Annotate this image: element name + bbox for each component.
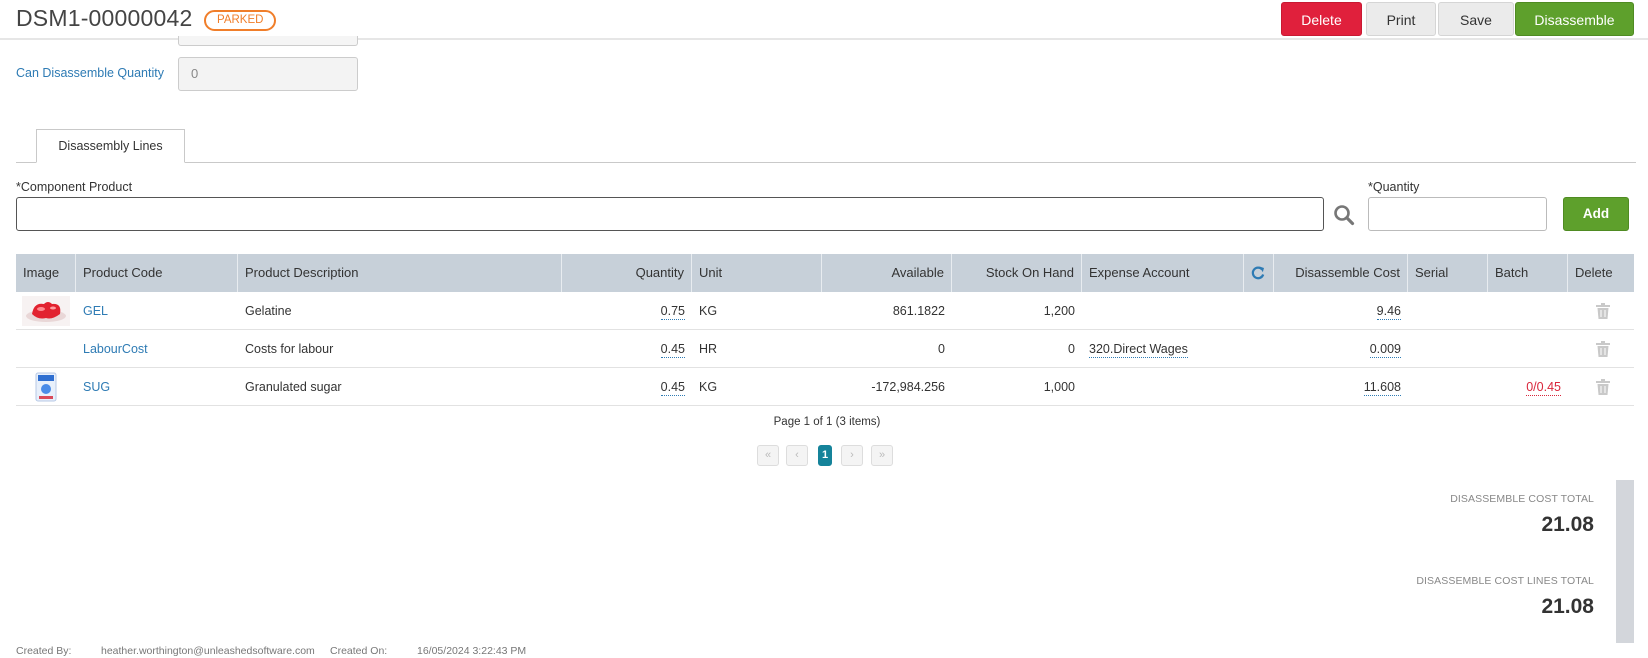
quantity-label: *Quantity <box>1368 180 1420 194</box>
can-disassemble-quantity-field: 0 <box>178 57 358 91</box>
available: 861.1822 <box>892 304 945 318</box>
disassemble-cost-editable[interactable]: 9.46 <box>1376 304 1401 320</box>
tab-disassembly-lines[interactable]: Disassembly Lines <box>36 129 185 163</box>
table-header-row: Image Product Code Product Description Q… <box>16 254 1634 292</box>
pager-prev-button[interactable]: ‹ <box>786 445 808 466</box>
quantity-editable[interactable]: 0.75 <box>660 304 685 320</box>
serial <box>1408 330 1488 368</box>
pager-last-button[interactable]: » <box>871 445 893 466</box>
product-code-link[interactable]: GEL <box>76 292 238 330</box>
created-on-value: 16/05/2024 3:22:43 PM <box>417 645 527 657</box>
table-row: LabourCost Costs for labour 0.45 HR 0 0 … <box>16 330 1634 368</box>
col-header-product-description[interactable]: Product Description <box>238 254 562 292</box>
status-badge: PARKED <box>204 10 277 31</box>
col-header-delete: Delete <box>1575 265 1613 280</box>
product-description: Gelatine <box>245 304 292 318</box>
totals-scroll-indicator <box>1616 480 1634 643</box>
page-title: DSM1-00000042 <box>16 5 193 31</box>
available: 0 <box>938 342 945 356</box>
save-button[interactable]: Save <box>1438 2 1514 36</box>
batch-link[interactable]: 0/0.45 <box>1526 380 1561 396</box>
serial <box>1408 292 1488 330</box>
gelatin-thumbnail-image <box>22 296 70 326</box>
col-header-serial[interactable]: Serial <box>1408 254 1488 292</box>
disassemble-cost-editable[interactable]: 0.009 <box>1369 342 1401 358</box>
sugar-bag-thumbnail-image <box>30 372 62 402</box>
col-header-expense-account[interactable]: Expense Account <box>1082 254 1244 292</box>
disassemble-cost-total-label: DISASSEMBLE COST TOTAL <box>1450 493 1594 505</box>
can-disassemble-quantity-label: Can Disassemble Quantity <box>16 66 164 80</box>
product-description: Granulated sugar <box>245 380 342 394</box>
unit: KG <box>699 380 718 394</box>
stock-on-hand: 0 <box>1068 342 1075 356</box>
serial <box>1408 368 1488 406</box>
unit: KG <box>699 304 718 318</box>
component-product-label: *Component Product <box>16 180 133 194</box>
search-icon[interactable] <box>1333 204 1355 226</box>
expense-account-editable[interactable]: 320.Direct Wages <box>1089 342 1188 358</box>
trash-icon[interactable] <box>1596 379 1610 395</box>
product-description: Costs for labour <box>245 342 334 356</box>
delete-button[interactable]: Delete <box>1281 2 1362 36</box>
col-header-image: Image <box>16 254 76 292</box>
col-header-unit[interactable]: Unit <box>692 254 822 292</box>
print-button[interactable]: Print <box>1366 2 1436 36</box>
trash-icon[interactable] <box>1596 341 1610 357</box>
disassemble-cost-editable[interactable]: 11.608 <box>1363 380 1401 396</box>
col-header-stock-on-hand[interactable]: Stock On Hand <box>952 254 1082 292</box>
add-button[interactable]: Add <box>1563 197 1629 231</box>
created-by-label: Created By: <box>16 645 72 657</box>
unit: HR <box>699 342 718 356</box>
pager-next-button[interactable]: › <box>841 445 863 466</box>
pager-current-page[interactable]: 1 <box>818 445 832 466</box>
col-header-available[interactable]: Available <box>822 254 952 292</box>
stock-on-hand: 1,200 <box>1043 304 1075 318</box>
created-by-value: heather.worthington@unleashedsoftware.co… <box>101 645 315 657</box>
pager-summary: Page 1 of 1 (3 items) <box>773 416 881 428</box>
disassemble-cost-total-value: 21.08 <box>1541 513 1594 536</box>
disassemble-cost-lines-total-label: DISASSEMBLE COST LINES TOTAL <box>1416 575 1594 587</box>
table-row: GEL Gelatine 0.75 KG 861.1822 1,200 9.46 <box>16 292 1634 330</box>
quantity-editable[interactable]: 0.45 <box>660 342 685 358</box>
disassemble-cost-lines-total-value: 21.08 <box>1541 595 1594 618</box>
product-code-link[interactable]: SUG <box>76 368 238 406</box>
table-row: SUG Granulated sugar 0.45 KG -172,984.25… <box>16 368 1634 406</box>
col-header-disassemble-cost[interactable]: Disassemble Cost <box>1260 254 1408 292</box>
trash-icon[interactable] <box>1596 303 1610 319</box>
stock-on-hand: 1,000 <box>1043 380 1075 394</box>
product-code-link[interactable]: LabourCost <box>76 330 238 368</box>
component-product-input[interactable] <box>16 197 1324 231</box>
page-header: DSM1-00000042 PARKED Delete Print Save D… <box>0 0 1648 40</box>
col-header-product-code[interactable]: Product Code <box>76 254 238 292</box>
disassemble-button[interactable]: Disassemble <box>1515 2 1634 36</box>
pager-first-button[interactable]: « <box>757 445 779 466</box>
quantity-editable[interactable]: 0.45 <box>660 380 685 396</box>
col-header-quantity[interactable]: Quantity <box>562 254 692 292</box>
quantity-input[interactable] <box>1368 197 1547 231</box>
col-header-batch[interactable]: Batch <box>1488 254 1568 292</box>
created-on-label: Created On: <box>330 645 388 657</box>
tab-divider <box>16 162 1636 163</box>
available: -172,984.256 <box>871 380 945 394</box>
disassembly-lines-table: Image Product Code Product Description Q… <box>16 254 1634 406</box>
scrolled-field-edge <box>178 36 358 46</box>
